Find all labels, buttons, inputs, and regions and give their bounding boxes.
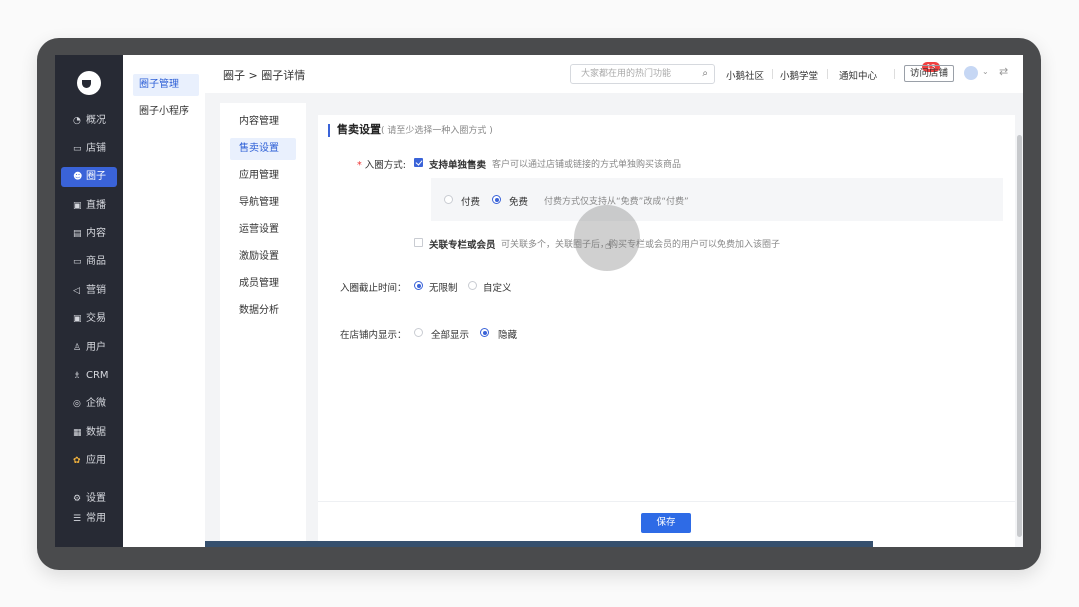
notification-link[interactable]: 通知中心 — [839, 68, 877, 82]
single-sale-label: 支持单独售卖 — [429, 160, 487, 171]
nav-item-store[interactable]: ▭ 店铺 — [61, 139, 117, 159]
hide-radio[interactable] — [480, 328, 489, 337]
nav-item-settings[interactable]: ⚙ 设置 — [61, 489, 117, 509]
taskbar-strip — [205, 541, 873, 547]
free-radio[interactable] — [492, 195, 501, 204]
detail-nav-content[interactable]: 内容管理 — [230, 111, 296, 133]
unlimited-radio[interactable] — [414, 281, 423, 290]
save-button[interactable]: 保存 — [641, 513, 691, 533]
nav-item-user[interactable]: ♙ 用户 — [61, 338, 117, 358]
free-label: 免费 — [509, 197, 529, 208]
wecom-icon: ◎ — [73, 399, 81, 409]
detail-nav-analytics[interactable]: 数据分析 — [230, 300, 296, 322]
content-icon: ▤ — [73, 229, 82, 239]
deadline-label: 入圈截止时间： — [340, 283, 407, 294]
academy-link[interactable]: 小鹅学堂 — [780, 68, 818, 82]
app-screen: ◔ 概况 ▭ 店铺 ☻ 圈子 ▣ 直播 ▤ 内容 ▭ 商品 ◁ 营销 ▣ 交易 ♙ 用户 ♗ CRM… — [55, 55, 1023, 547]
detail-nav-members[interactable]: 成员管理 — [230, 273, 296, 295]
common-icon: ☰ — [73, 514, 82, 524]
click-highlight — [574, 205, 640, 271]
marketing-icon: ◁ — [73, 286, 80, 296]
detail-nav-sale-settings[interactable]: 售卖设置 — [230, 138, 296, 160]
app-icon: ✿ — [73, 456, 81, 466]
paid-label: 付费 — [461, 197, 481, 208]
main-sidebar: ◔ 概况 ▭ 店铺 ☻ 圈子 ▣ 直播 ▤ 内容 ▭ 商品 ◁ 营销 ▣ 交易 ♙ 用户 ♗ CRM… — [55, 55, 123, 547]
detail-nav: 内容管理 售卖设置 应用管理 导航管理 运营设置 激励设置 成员管理 数据分析 — [220, 103, 306, 547]
divider — [772, 69, 773, 79]
nav-item-trade[interactable]: ▣ 交易 — [61, 309, 117, 329]
community-link[interactable]: 小鹅社区 — [726, 68, 764, 82]
nav-item-marketing[interactable]: ◁ 营销 — [61, 281, 117, 301]
nav-item-crm[interactable]: ♗ CRM — [61, 366, 117, 386]
crm-icon: ♗ — [73, 371, 82, 381]
linked-checkbox[interactable] — [414, 238, 423, 247]
circle-group-icon: ☻ — [73, 172, 83, 182]
visit-store-button[interactable]: 访问店铺 — [904, 65, 954, 82]
search-icon[interactable]: ⌕ — [702, 65, 708, 83]
subnav-item-mini-program[interactable]: 圈子小程序 — [133, 101, 199, 123]
divider — [894, 69, 895, 79]
nav-item-common[interactable]: ☰ 常用 — [61, 509, 117, 529]
top-bar: 圈子 > 圈子详情 大家都在用的热门功能 ⌕ 小鹅社区 小鹅学堂 通知中心 13… — [205, 55, 1023, 94]
nav-item-overview[interactable]: ◔ 概况 — [61, 111, 117, 131]
app-logo[interactable] — [77, 71, 101, 95]
single-sale-hint: 客户可以通过店铺或链接的方式单独购买该商品 — [492, 160, 682, 170]
chevron-down-icon[interactable]: ⌄ — [982, 67, 989, 76]
circle-subnav: 圈子管理 圈子小程序 — [123, 55, 206, 547]
search-input[interactable]: 大家都在用的热门功能 ⌕ — [570, 64, 715, 84]
detail-nav-app[interactable]: 应用管理 — [230, 165, 296, 187]
search-placeholder: 大家都在用的热门功能 — [581, 69, 672, 79]
nav-item-content[interactable]: ▤ 内容 — [61, 224, 117, 244]
unlimited-label: 无限制 — [429, 283, 458, 294]
custom-label: 自定义 — [483, 283, 512, 294]
paid-radio[interactable] — [444, 195, 453, 204]
hide-label: 隐藏 — [498, 330, 518, 341]
nav-item-wecom[interactable]: ◎ 企微 — [61, 394, 117, 414]
price-options-box: 付费 免费 付费方式仅支持从“免费”改成“付费” — [431, 178, 1003, 221]
store-icon: ▭ — [73, 144, 82, 154]
show-all-radio[interactable] — [414, 328, 423, 337]
sale-settings-panel: 售卖设置( 请至少选择一种入圈方式 ) * 入圈方式: 支持单独售卖 客户可以通… — [318, 115, 1015, 547]
subnav-item-circle-manage[interactable]: 圈子管理 — [133, 74, 199, 96]
chart-icon: ◔ — [73, 116, 81, 126]
nav-item-data[interactable]: ▦ 数据 — [61, 423, 117, 443]
linked-label: 关联专栏或会员 — [429, 240, 496, 251]
switch-icon[interactable]: ⇄ — [999, 65, 1008, 78]
goods-icon: ▭ — [73, 257, 82, 267]
divider — [827, 69, 828, 79]
trade-icon: ▣ — [73, 314, 82, 324]
settings-icon: ⚙ — [73, 494, 82, 504]
section-title: 售卖设置( 请至少选择一种入圈方式 ) — [328, 124, 493, 137]
display-label: 在店铺内显示： — [340, 330, 407, 341]
custom-radio[interactable] — [468, 281, 477, 290]
nav-item-live[interactable]: ▣ 直播 — [61, 196, 117, 216]
scrollbar[interactable] — [1017, 135, 1022, 537]
detail-nav-incentive[interactable]: 激励设置 — [230, 246, 296, 268]
breadcrumb: 圈子 > 圈子详情 — [223, 69, 306, 82]
live-icon: ▣ — [73, 201, 82, 211]
data-icon: ▦ — [73, 428, 82, 438]
linked-hint: 可关联多个，关联圈子后，购买专栏或会员的用户可以免费加入该圈子 — [501, 240, 781, 250]
single-sale-checkbox[interactable] — [414, 158, 423, 167]
pointer-cursor-icon: ☝ — [605, 239, 612, 252]
entry-method-label: * 入圈方式: — [357, 160, 406, 171]
nav-item-goods[interactable]: ▭ 商品 — [61, 252, 117, 272]
detail-nav-navigation[interactable]: 导航管理 — [230, 192, 296, 214]
price-hint: 付费方式仅支持从“免费”改成“付费” — [544, 197, 689, 207]
detail-nav-operation[interactable]: 运营设置 — [230, 219, 296, 241]
avatar[interactable] — [964, 66, 978, 80]
show-all-label: 全部显示 — [431, 330, 470, 341]
nav-item-circle[interactable]: ☻ 圈子 — [61, 167, 117, 187]
user-icon: ♙ — [73, 343, 82, 353]
nav-item-app[interactable]: ✿ 应用 — [61, 451, 117, 471]
